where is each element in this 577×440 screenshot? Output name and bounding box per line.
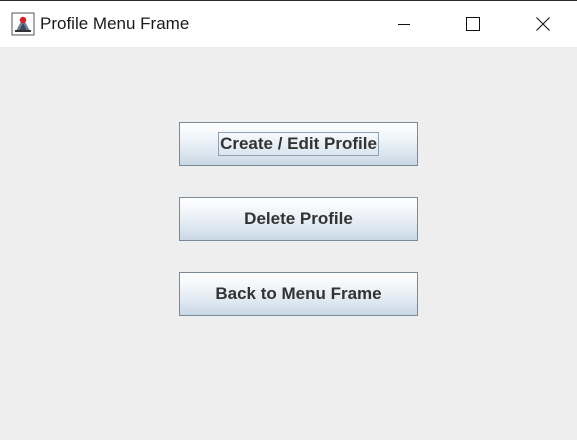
create-edit-profile-button[interactable]: Create / Edit Profile [179, 122, 418, 166]
close-button[interactable] [520, 1, 566, 47]
content-panel: Create / Edit Profile Delete Profile Bac… [0, 47, 577, 440]
profile-menu-window: Profile Menu Frame Create / Edit Profile… [0, 0, 577, 440]
button-label: Back to Menu Frame [215, 284, 382, 303]
minimize-button[interactable] [381, 1, 427, 47]
delete-profile-button[interactable]: Delete Profile [179, 197, 418, 241]
title-bar[interactable]: Profile Menu Frame [0, 1, 577, 47]
maximize-icon [466, 17, 480, 31]
close-icon [536, 17, 550, 31]
back-to-menu-frame-button[interactable]: Back to Menu Frame [179, 272, 418, 316]
button-label: Delete Profile [244, 209, 353, 228]
window-title: Profile Menu Frame [40, 14, 190, 33]
maximize-button[interactable] [450, 1, 496, 47]
minimize-icon [398, 24, 410, 25]
java-app-icon[interactable] [11, 12, 35, 36]
button-label: Create / Edit Profile [218, 132, 379, 156]
